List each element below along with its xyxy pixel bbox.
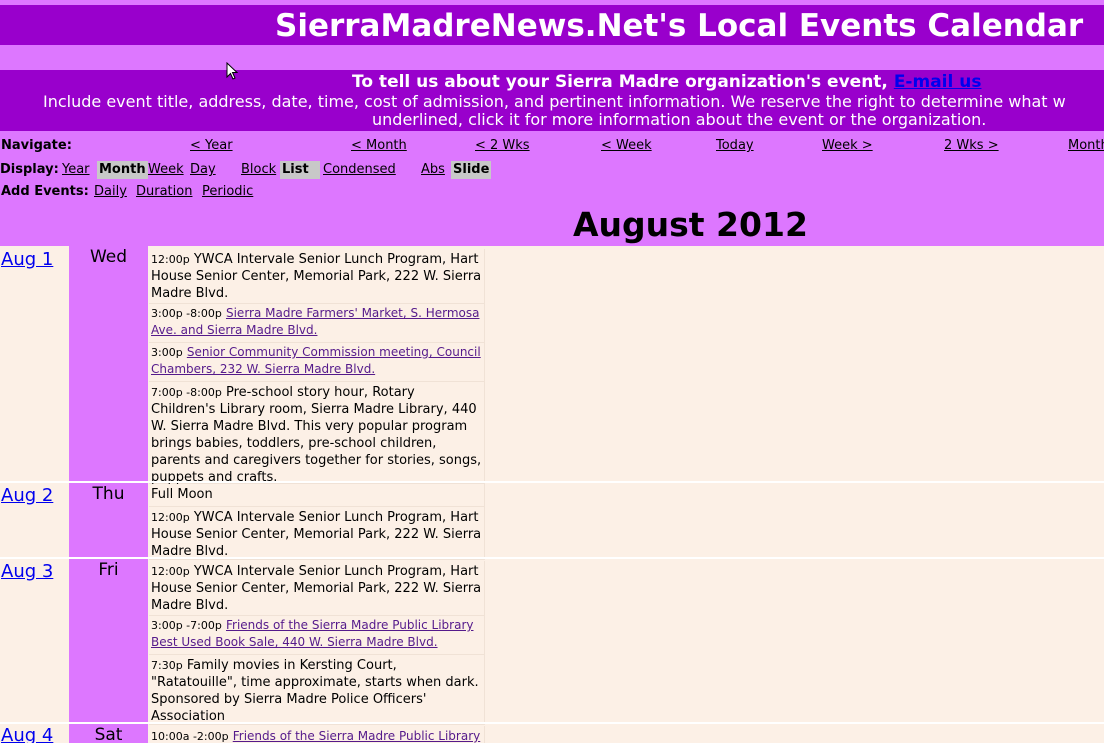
event-item: 10:00a -2:00p Friends of the Sierra Madr… xyxy=(149,726,485,743)
add-periodic[interactable]: Periodic xyxy=(202,184,253,200)
day-date-aug-2[interactable]: Aug 2 xyxy=(1,485,53,507)
event-time: 12:00p xyxy=(151,511,190,524)
info-line-2: Include event title, address, date, time… xyxy=(43,92,1066,111)
weekday-cell: Fri xyxy=(69,559,148,722)
weekday-label: Wed xyxy=(89,247,128,267)
calendar-list: Aug 1 Wed 12:00p YWCA Intervale Senior L… xyxy=(0,246,1104,743)
mouse-cursor-icon xyxy=(226,62,238,80)
info-line-1: To tell us about your Sierra Madre organ… xyxy=(352,73,981,91)
nav-next-2wks[interactable]: 2 Wks > xyxy=(944,138,999,154)
day-date-aug-1[interactable]: Aug 1 xyxy=(1,249,53,271)
event-time: 12:00p xyxy=(151,565,190,578)
display-list[interactable]: List xyxy=(280,161,320,179)
event-time: 10:00a -2:00p xyxy=(151,730,229,743)
event-time: 12:00p xyxy=(151,253,190,266)
event-text: Family movies in Kersting Court, "Ratato… xyxy=(151,658,479,724)
event-item: 12:00p YWCA Intervale Senior Lunch Progr… xyxy=(149,249,485,304)
nav-prev-2wks[interactable]: < 2 Wks xyxy=(475,138,530,154)
page: SierraMadreNews.Net's Local Events Calen… xyxy=(0,0,1104,743)
navigate-label: Navigate: xyxy=(1,138,72,153)
event-item: 12:00p YWCA Intervale Senior Lunch Progr… xyxy=(149,561,485,616)
day-date-aug-4[interactable]: Aug 4 xyxy=(1,725,53,743)
row-divider xyxy=(0,557,1104,559)
event-time: 7:30p xyxy=(151,659,183,672)
nav-prev-month[interactable]: < Month xyxy=(351,138,407,154)
add-daily[interactable]: Daily xyxy=(94,184,127,200)
event-text: YWCA Intervale Senior Lunch Program, Har… xyxy=(151,564,482,613)
weekday-label: Fri xyxy=(98,560,119,580)
event-text: YWCA Intervale Senior Lunch Program, Har… xyxy=(151,510,482,559)
title-bar: SierraMadreNews.Net's Local Events Calen… xyxy=(0,5,1104,45)
month-title: August 2012 xyxy=(573,205,808,244)
add-duration[interactable]: Duration xyxy=(136,184,192,200)
display-condensed[interactable]: Condensed xyxy=(321,161,398,179)
nav-today[interactable]: Today xyxy=(716,138,754,154)
event-item: 3:00p -7:00p Friends of the Sierra Madre… xyxy=(149,615,485,655)
row-divider xyxy=(0,481,1104,483)
event-time: 3:00p xyxy=(151,346,183,359)
event-item: 12:00p YWCA Intervale Senior Lunch Progr… xyxy=(149,507,485,560)
event-time: 3:00p -7:00p xyxy=(151,619,222,632)
weekday-cell: Sat xyxy=(69,724,148,743)
event-time: 7:00p -8:00p xyxy=(151,386,222,399)
info-bar: To tell us about your Sierra Madre organ… xyxy=(0,70,1104,131)
event-item: Full Moon xyxy=(149,484,485,507)
display-abs[interactable]: Abs xyxy=(419,161,447,179)
nav-next-month[interactable]: Month xyxy=(1068,138,1104,154)
event-text: Pre-school story hour, Rotary Children's… xyxy=(151,385,482,485)
weekday-label: Thu xyxy=(92,484,125,504)
event-item: 3:00p Senior Community Commission meetin… xyxy=(149,342,485,382)
nav-next-week[interactable]: Week > xyxy=(822,138,873,154)
event-text: YWCA Intervale Senior Lunch Program, Har… xyxy=(151,252,482,301)
event-item: 7:00p -8:00p Pre-school story hour, Rota… xyxy=(149,382,485,485)
event-item: 3:00p -8:00p Sierra Madre Farmers' Marke… xyxy=(149,303,485,343)
email-us-link[interactable]: E-mail us xyxy=(894,72,982,92)
event-text: Full Moon xyxy=(151,487,213,502)
weekday-cell: Thu xyxy=(69,483,148,557)
row-divider xyxy=(0,722,1104,724)
display-block[interactable]: Block xyxy=(239,161,278,179)
display-day[interactable]: Day xyxy=(188,161,218,179)
weekday-cell: Wed xyxy=(69,246,148,482)
event-link[interactable]: Friends of the Sierra Madre Public Libra… xyxy=(233,729,481,743)
nav-prev-year[interactable]: < Year xyxy=(190,138,233,154)
info-line-3: underlined, click it for more informatio… xyxy=(372,110,987,129)
event-time: 3:00p -8:00p xyxy=(151,307,222,320)
display-label: Display: xyxy=(0,162,59,177)
info-line-1-text: To tell us about your Sierra Madre organ… xyxy=(352,72,888,92)
nav-prev-week[interactable]: < Week xyxy=(601,138,652,154)
page-title: SierraMadreNews.Net's Local Events Calen… xyxy=(275,8,1084,44)
display-week[interactable]: Week xyxy=(146,161,186,179)
display-month[interactable]: Month xyxy=(97,161,148,179)
display-slide[interactable]: Slide xyxy=(451,161,492,179)
event-item: 7:30p Family movies in Kersting Court, "… xyxy=(149,655,485,725)
day-date-aug-3[interactable]: Aug 3 xyxy=(1,561,53,583)
add-events-label: Add Events: xyxy=(1,184,89,199)
weekday-label: Sat xyxy=(94,725,123,743)
event-link[interactable]: Senior Community Commission meeting, Cou… xyxy=(151,345,481,376)
display-year[interactable]: Year xyxy=(60,161,92,179)
